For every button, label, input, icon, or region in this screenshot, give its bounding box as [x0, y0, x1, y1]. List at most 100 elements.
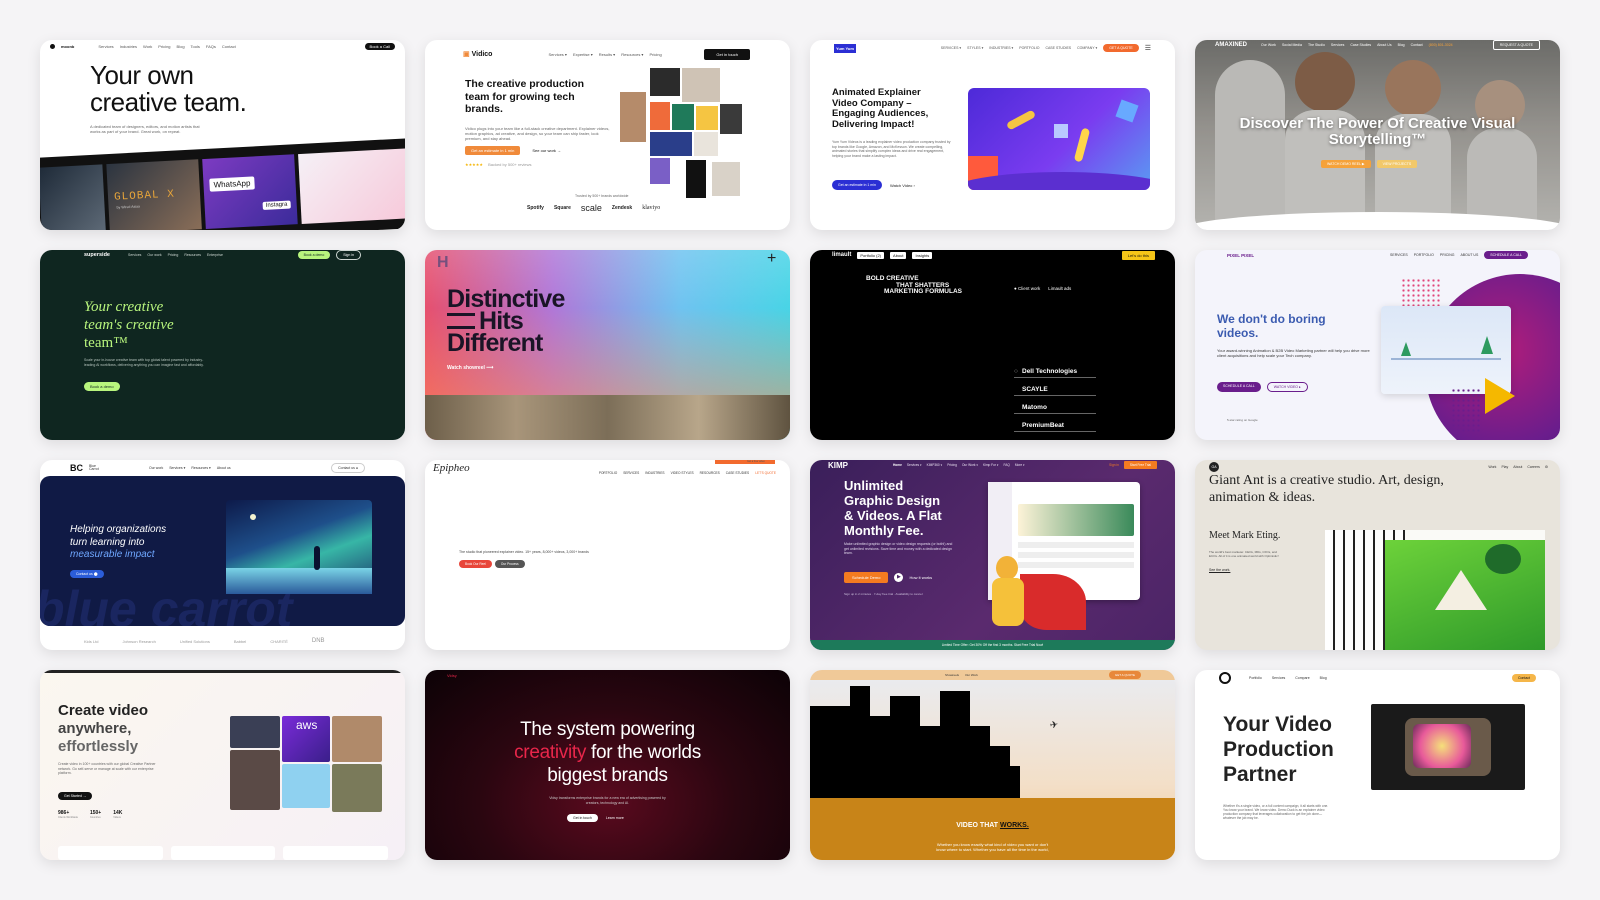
yumyum-logo[interactable]: Yum Yum	[834, 43, 856, 53]
card-video-that-works[interactable]: Showreels Our Work GET A QUOTE ✈ VIDEO T…	[810, 670, 1175, 860]
moonb-nav-item[interactable]: Tools	[191, 44, 200, 49]
vidsy-logo[interactable]: Vidsy	[447, 673, 457, 678]
pixel-nav-item[interactable]: PORTFOLIO	[1414, 253, 1434, 257]
pixel-nav-item[interactable]: ABOUT US	[1460, 253, 1478, 257]
bluecarrot-contact-button[interactable]: Contact us ⬤	[70, 570, 104, 578]
yumyum-watch-video-link[interactable]: Watch Video ›	[890, 183, 915, 188]
limault-logo[interactable]: limault	[832, 252, 851, 258]
limault-filter-client-work[interactable]: ● Client work	[1014, 286, 1040, 291]
vidico-see-work-link[interactable]: See our work →	[526, 146, 567, 155]
moonb-logo[interactable]: moonb	[61, 44, 74, 49]
card-pixel[interactable]: PIXEL PIXEL SERVICES PORTFOLIO PRICING A…	[1195, 250, 1560, 440]
bottom-card[interactable]	[58, 846, 163, 860]
kimp-offer-banner[interactable]: Limited Time Offer: Get 30% Off the firs…	[810, 640, 1175, 650]
bottom-card[interactable]	[170, 846, 276, 860]
vidico-get-in-touch-button[interactable]: Get in touch	[704, 48, 750, 60]
card-create-video[interactable]: Create video anywhere, effortlessly Crea…	[40, 670, 405, 860]
amaxined-nav-item[interactable]: Contact	[1411, 43, 1423, 47]
vidico-nav-item[interactable]: Services ▾	[548, 52, 566, 57]
moonb-nav-item[interactable]: Blog	[177, 44, 185, 49]
limault-client-item[interactable]: ○ Dell Technologies	[1014, 366, 1096, 378]
kimp-trial-nav-button[interactable]: Start Free Trial	[1123, 461, 1157, 469]
kimp-logo[interactable]: KIMP	[828, 461, 848, 470]
kimp-nav-item[interactable]: Pricing	[947, 463, 957, 467]
epipheo-promo-bar[interactable]	[715, 460, 775, 464]
superside-demo-button[interactable]: Book a demo	[84, 382, 120, 391]
card-epipheo[interactable]: Get a free video Epipheo PORTFOLIO SERVI…	[425, 460, 790, 650]
bluecarrot-nav-item[interactable]: About us	[217, 466, 231, 470]
play-circle-icon[interactable]: ▶	[894, 573, 904, 582]
film-frame-globalx[interactable]: GLOBAL X by Wired Asiaa	[106, 159, 202, 230]
demoduck-contact-button[interactable]: Contact	[1511, 674, 1536, 682]
vidico-estimate-button[interactable]: Get an estimate in 1 min	[465, 146, 521, 155]
card-superside[interactable]: superside Services Our work Pricing Reso…	[40, 250, 405, 440]
epipheo-promo-text[interactable]: Get a free video	[747, 460, 765, 463]
pixel-nav-item[interactable]: SERVICES	[1390, 253, 1408, 257]
kimp-how-it-works-link[interactable]: How it works	[909, 575, 932, 580]
superside-logo[interactable]: superside	[84, 252, 110, 258]
hamburger-menu-icon[interactable]: ☰	[1145, 44, 1151, 52]
pixel-logo[interactable]: PIXEL PIXEL	[1227, 253, 1254, 258]
card-kimp[interactable]: KIMP Home Services ▾ KIMP360 ▾ Pricing O…	[810, 460, 1175, 650]
limault-tab[interactable]: Portfolio (2)	[857, 251, 885, 259]
bluecarrot-nav-item[interactable]: Resources ▾	[191, 466, 210, 470]
moonb-nav-item[interactable]: Pricing	[158, 44, 170, 49]
vidsy-get-in-touch-button[interactable]: Get in touch	[567, 814, 598, 822]
epipheo-nav-item[interactable]: RESOURCES	[700, 471, 720, 475]
card-moonb[interactable]: moonb Services Industries Work Pricing B…	[40, 40, 405, 230]
distinctive-logo[interactable]: H	[437, 254, 449, 272]
kimp-nav-item[interactable]: Home	[893, 463, 902, 467]
amaxined-logo[interactable]: AMAXINED	[1215, 42, 1247, 48]
play-icon[interactable]	[1485, 378, 1515, 414]
epipheo-process-button[interactable]: Our Process	[494, 560, 525, 568]
giantant-see-work-link[interactable]: See the work.	[1209, 568, 1230, 572]
demoduck-tv-image[interactable]	[1371, 704, 1525, 790]
card-giantant[interactable]: GA Work Play About Careers ⚙ Giant Ant i…	[1195, 460, 1560, 650]
bottom-card[interactable]	[283, 846, 389, 860]
epipheo-book-reel-button[interactable]: Book Our Reel	[459, 560, 492, 568]
kimp-nav-item[interactable]: Kimp For ▾	[983, 463, 998, 467]
amaxined-nav-item[interactable]: Our Work	[1261, 43, 1276, 47]
demoduck-logo-icon[interactable]	[1219, 672, 1231, 684]
distinctive-showreel-link[interactable]: Watch showreel ⟶	[447, 365, 493, 371]
limault-tab[interactable]: Insights	[912, 251, 933, 259]
epipheo-nav-item[interactable]: PORTFOLIO	[599, 471, 617, 475]
superside-signin-button[interactable]: Sign in	[336, 250, 361, 260]
film-frame-1[interactable]	[40, 164, 106, 230]
film-frame-whatsapp[interactable]: WhatsApp Instagra	[202, 154, 298, 229]
epipheo-nav-item[interactable]: SERVICES	[623, 471, 639, 475]
pixel-schedule-button[interactable]: SCHEDULE A CALL	[1217, 382, 1261, 392]
card-yumyum[interactable]: Yum Yum SERVICES ▾ STYLES ▾ INDUSTRIES ▾…	[810, 40, 1175, 230]
yumyum-nav-item[interactable]: INDUSTRIES ▾	[989, 46, 1013, 50]
bluecarrot-contact-nav-button[interactable]: Contact us ●	[331, 463, 365, 473]
superside-nav-item[interactable]: Resources	[184, 253, 201, 257]
amaxined-nav-item[interactable]: Social Media	[1282, 43, 1302, 47]
superside-nav-item[interactable]: Services	[128, 253, 141, 257]
giantant-nav-item[interactable]: Play	[1501, 465, 1508, 469]
kimp-nav-item[interactable]: FAQ	[1003, 463, 1009, 467]
limault-filter-limault-ads[interactable]: Limault ads	[1048, 286, 1071, 291]
yumyum-estimate-button[interactable]: Get an estimate in 1 min	[832, 180, 882, 190]
moonb-nav-item[interactable]: Services	[98, 44, 113, 49]
amaxined-quote-button[interactable]: REQUEST A QUOTE	[1492, 40, 1540, 50]
yumyum-nav-item[interactable]: SERVICES ▾	[941, 46, 961, 50]
card-vidsy[interactable]: Vidsy The system powering creativity for…	[425, 670, 790, 860]
kimp-signin-link[interactable]: Sign in	[1109, 463, 1119, 467]
vidico-nav-item[interactable]: Expertise ▾	[573, 52, 593, 57]
moonb-nav-item[interactable]: FAQs	[206, 44, 216, 49]
yumyum-nav-item[interactable]: CASE STUDIES	[1045, 46, 1071, 50]
amaxined-demo-reel-button[interactable]: WATCH DEMO REEL ▶	[1321, 160, 1371, 168]
card-bluecarrot[interactable]: BC Blue Carrot Our work Services ▾ Resou…	[40, 460, 405, 650]
bluecarrot-logo[interactable]: BC	[70, 463, 83, 473]
vidico-nav-item[interactable]: Pricing	[649, 52, 661, 57]
pixel-schedule-nav-button[interactable]: SCHEDULE A CALL	[1484, 251, 1528, 259]
limault-tab[interactable]: About	[890, 251, 907, 259]
amaxined-nav-item[interactable]: Services	[1331, 43, 1344, 47]
amaxined-nav-item[interactable]: Blog	[1398, 43, 1405, 47]
limault-client-item[interactable]: SCAYLE	[1014, 378, 1096, 396]
card-demoduck[interactable]: Portfolio Services Compare Blog Contact …	[1195, 670, 1560, 860]
amaxined-projects-button[interactable]: VIEW PROJECTS	[1376, 160, 1418, 168]
moonb-book-call-button[interactable]: Book a Call	[364, 42, 395, 50]
vidsy-learn-more-link[interactable]: Learn more	[606, 816, 624, 820]
pixel-nav-item[interactable]: PRICING	[1440, 253, 1455, 257]
